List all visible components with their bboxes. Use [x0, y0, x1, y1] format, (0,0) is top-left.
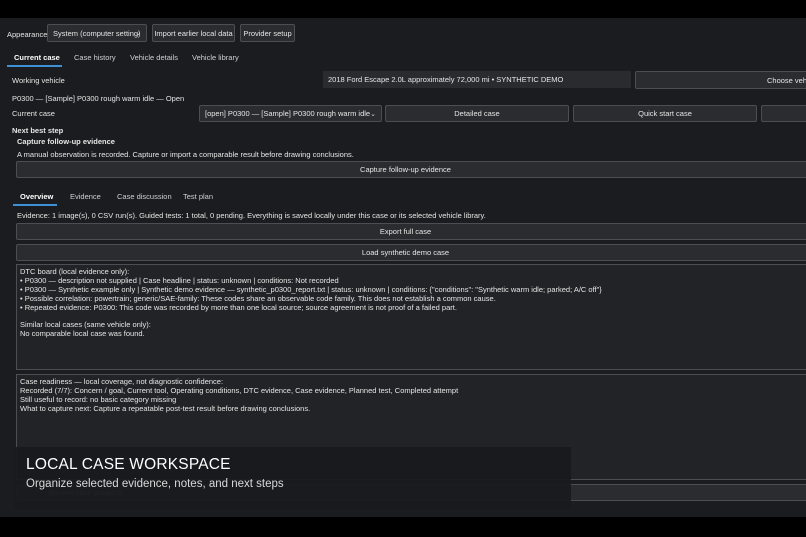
capture-follow-up-button[interactable]: Capture follow-up evidence — [16, 161, 806, 178]
next-step-description: A manual observation is recorded. Captur… — [17, 150, 354, 159]
import-local-data-button[interactable]: Import earlier local data — [152, 24, 235, 42]
current-case-value: [open] P0300 — [Sample] P0300 rough warm… — [205, 109, 371, 118]
tab-case-history[interactable]: Case history — [74, 53, 116, 62]
case-heading: P0300 — [Sample] P0300 rough warm idle —… — [12, 94, 185, 103]
tab-current-case[interactable]: Current case — [14, 53, 60, 62]
dtc-line: No comparable local case was found. — [20, 329, 145, 339]
caption-overlay: LOCAL CASE WORKSPACE Organize selected e… — [14, 447, 571, 509]
quick-start-case-button[interactable]: Quick start case — [573, 105, 757, 122]
caption-title: LOCAL CASE WORKSPACE — [26, 456, 231, 473]
tab-vehicle-library[interactable]: Vehicle library — [192, 53, 239, 62]
readiness-line: What to capture next: Capture a repeatab… — [20, 403, 311, 413]
export-full-case-button[interactable]: Export full case — [16, 223, 806, 240]
tab-test-plan[interactable]: Test plan — [183, 192, 213, 201]
tab-case-discussion[interactable]: Case discussion — [117, 192, 172, 201]
dtc-line: • Repeated evidence: P0300: This code wa… — [20, 302, 457, 312]
appearance-label: Appearance — [7, 30, 48, 39]
current-case-select[interactable]: [open] P0300 — [Sample] P0300 rough warm… — [199, 105, 382, 122]
load-demo-case-button[interactable]: Load synthetic demo case — [16, 244, 806, 261]
caption-subtitle: Organize selected evidence, notes, and n… — [26, 478, 284, 490]
next-step-subtitle: Capture follow-up evidence — [17, 137, 115, 146]
provider-setup-button[interactable]: Provider setup — [240, 24, 295, 42]
chevron-down-icon: ⌄ — [370, 110, 376, 118]
chevron-down-icon: ⌄ — [135, 30, 141, 37]
detailed-case-button[interactable]: Detailed case — [385, 105, 569, 122]
working-vehicle-value: 2018 Ford Escape 2.0L approximately 72,0… — [323, 71, 631, 88]
active-tab-indicator — [7, 65, 62, 67]
app-window: Appearance System (computer setting) ⌄ I… — [0, 18, 806, 517]
more-case-button[interactable] — [761, 105, 806, 122]
active-subtab-indicator — [13, 204, 57, 206]
dtc-board-textarea[interactable]: DTC board (local evidence only): • P0300… — [16, 264, 806, 370]
tab-overview[interactable]: Overview — [20, 192, 53, 201]
working-vehicle-label: Working vehicle — [12, 76, 65, 85]
appearance-value: System (computer setting) — [53, 28, 141, 38]
next-step-title: Next best step — [12, 126, 64, 135]
current-case-label: Current case — [12, 109, 55, 118]
evidence-summary: Evidence: 1 image(s), 0 CSV run(s). Guid… — [17, 211, 486, 220]
tab-vehicle-details[interactable]: Vehicle details — [130, 53, 178, 62]
tab-evidence[interactable]: Evidence — [70, 192, 101, 201]
appearance-select[interactable]: System (computer setting) ⌄ — [47, 24, 147, 42]
choose-vehicle-button[interactable]: Choose vehic — [635, 71, 806, 89]
